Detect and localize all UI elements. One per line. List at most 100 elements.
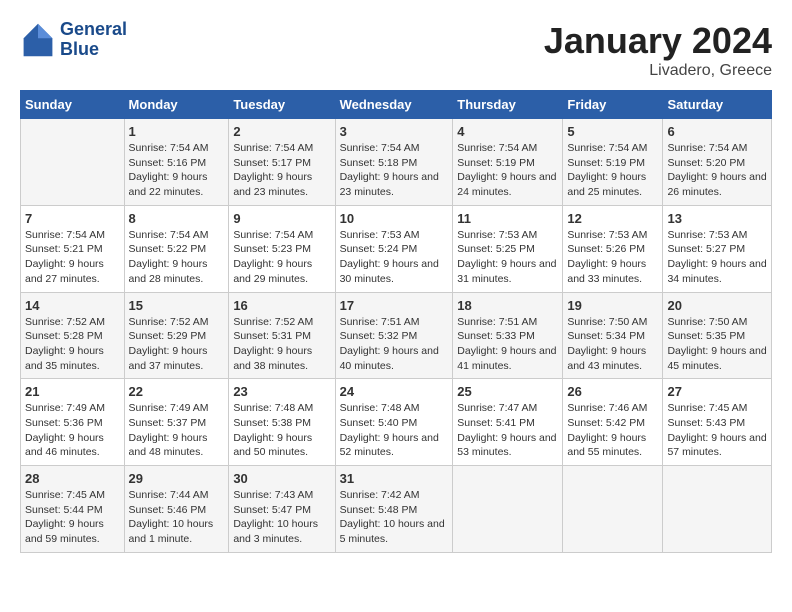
day-info: Sunrise: 7:52 AMSunset: 5:28 PMDaylight:… xyxy=(25,315,120,374)
day-info: Sunrise: 7:54 AMSunset: 5:20 PMDaylight:… xyxy=(667,141,767,200)
day-number: 16 xyxy=(233,298,330,313)
calendar-cell: 17 Sunrise: 7:51 AMSunset: 5:32 PMDayligh… xyxy=(335,292,453,379)
header-day-monday: Monday xyxy=(124,91,229,119)
day-number: 22 xyxy=(129,384,225,399)
day-info: Sunrise: 7:50 AMSunset: 5:35 PMDaylight:… xyxy=(667,315,767,374)
day-info: Sunrise: 7:44 AMSunset: 5:46 PMDaylight:… xyxy=(129,488,225,547)
calendar-cell xyxy=(21,119,125,206)
calendar-cell: 12 Sunrise: 7:53 AMSunset: 5:26 PMDayligh… xyxy=(563,205,663,292)
day-number: 21 xyxy=(25,384,120,399)
day-info: Sunrise: 7:51 AMSunset: 5:32 PMDaylight:… xyxy=(340,315,449,374)
calendar-cell: 5 Sunrise: 7:54 AMSunset: 5:19 PMDaylight… xyxy=(563,119,663,206)
day-number: 23 xyxy=(233,384,330,399)
day-info: Sunrise: 7:53 AMSunset: 5:24 PMDaylight:… xyxy=(340,228,449,287)
calendar-cell: 8 Sunrise: 7:54 AMSunset: 5:22 PMDaylight… xyxy=(124,205,229,292)
calendar-table: SundayMondayTuesdayWednesdayThursdayFrid… xyxy=(20,90,772,553)
day-info: Sunrise: 7:54 AMSunset: 5:18 PMDaylight:… xyxy=(340,141,449,200)
day-number: 28 xyxy=(25,471,120,486)
day-number: 12 xyxy=(567,211,658,226)
header-day-sunday: Sunday xyxy=(21,91,125,119)
header-day-thursday: Thursday xyxy=(453,91,563,119)
page-header: General Blue January 2024 Livadero, Gree… xyxy=(20,20,772,80)
day-info: Sunrise: 7:43 AMSunset: 5:47 PMDaylight:… xyxy=(233,488,330,547)
day-info: Sunrise: 7:54 AMSunset: 5:19 PMDaylight:… xyxy=(457,141,558,200)
day-info: Sunrise: 7:49 AMSunset: 5:37 PMDaylight:… xyxy=(129,401,225,460)
calendar-cell: 23 Sunrise: 7:48 AMSunset: 5:38 PMDayligh… xyxy=(229,379,335,466)
day-number: 5 xyxy=(567,124,658,139)
day-number: 6 xyxy=(667,124,767,139)
day-number: 13 xyxy=(667,211,767,226)
day-info: Sunrise: 7:54 AMSunset: 5:17 PMDaylight:… xyxy=(233,141,330,200)
day-number: 8 xyxy=(129,211,225,226)
day-info: Sunrise: 7:49 AMSunset: 5:36 PMDaylight:… xyxy=(25,401,120,460)
logo: General Blue xyxy=(20,20,127,60)
calendar-cell: 22 Sunrise: 7:49 AMSunset: 5:37 PMDayligh… xyxy=(124,379,229,466)
day-number: 14 xyxy=(25,298,120,313)
calendar-cell: 7 Sunrise: 7:54 AMSunset: 5:21 PMDaylight… xyxy=(21,205,125,292)
day-number: 2 xyxy=(233,124,330,139)
day-number: 11 xyxy=(457,211,558,226)
day-number: 15 xyxy=(129,298,225,313)
day-info: Sunrise: 7:48 AMSunset: 5:40 PMDaylight:… xyxy=(340,401,449,460)
calendar-cell: 16 Sunrise: 7:52 AMSunset: 5:31 PMDayligh… xyxy=(229,292,335,379)
calendar-cell: 29 Sunrise: 7:44 AMSunset: 5:46 PMDayligh… xyxy=(124,466,229,553)
calendar-cell: 27Sunrise: 7:45 AMSunset: 5:43 PMDayligh… xyxy=(663,379,772,466)
day-info: Sunrise: 7:47 AMSunset: 5:41 PMDaylight:… xyxy=(457,401,558,460)
calendar-cell: 31 Sunrise: 7:42 AMSunset: 5:48 PMDayligh… xyxy=(335,466,453,553)
header-day-friday: Friday xyxy=(563,91,663,119)
day-info: Sunrise: 7:54 AMSunset: 5:19 PMDaylight:… xyxy=(567,141,658,200)
day-number: 4 xyxy=(457,124,558,139)
calendar-cell xyxy=(663,466,772,553)
day-info: Sunrise: 7:54 AMSunset: 5:21 PMDaylight:… xyxy=(25,228,120,287)
day-info: Sunrise: 7:52 AMSunset: 5:31 PMDaylight:… xyxy=(233,315,330,374)
day-info: Sunrise: 7:52 AMSunset: 5:29 PMDaylight:… xyxy=(129,315,225,374)
calendar-cell: 6 Sunrise: 7:54 AMSunset: 5:20 PMDaylight… xyxy=(663,119,772,206)
calendar-cell: 28 Sunrise: 7:45 AMSunset: 5:44 PMDayligh… xyxy=(21,466,125,553)
day-number: 26 xyxy=(567,384,658,399)
calendar-cell: 13 Sunrise: 7:53 AMSunset: 5:27 PMDayligh… xyxy=(663,205,772,292)
calendar-cell xyxy=(563,466,663,553)
day-number: 9 xyxy=(233,211,330,226)
calendar-week-row: 21 Sunrise: 7:49 AMSunset: 5:36 PMDayligh… xyxy=(21,379,772,466)
day-info: Sunrise: 7:54 AMSunset: 5:16 PMDaylight:… xyxy=(129,141,225,200)
day-info: Sunrise: 7:53 AMSunset: 5:27 PMDaylight:… xyxy=(667,228,767,287)
day-info: Sunrise: 7:42 AMSunset: 5:48 PMDaylight:… xyxy=(340,488,449,547)
day-number: 7 xyxy=(25,211,120,226)
day-number: 27 xyxy=(667,384,767,399)
calendar-cell: 18Sunrise: 7:51 AMSunset: 5:33 PMDayligh… xyxy=(453,292,563,379)
calendar-cell: 19Sunrise: 7:50 AMSunset: 5:34 PMDayligh… xyxy=(563,292,663,379)
page-title: January 2024 xyxy=(544,20,772,62)
day-info: Sunrise: 7:46 AMSunset: 5:42 PMDaylight:… xyxy=(567,401,658,460)
page-subtitle: Livadero, Greece xyxy=(544,62,772,80)
calendar-cell: 9 Sunrise: 7:54 AMSunset: 5:23 PMDaylight… xyxy=(229,205,335,292)
calendar-cell: 26 Sunrise: 7:46 AMSunset: 5:42 PMDayligh… xyxy=(563,379,663,466)
day-info: Sunrise: 7:53 AMSunset: 5:26 PMDaylight:… xyxy=(567,228,658,287)
day-number: 25 xyxy=(457,384,558,399)
calendar-cell: 1 Sunrise: 7:54 AMSunset: 5:16 PMDaylight… xyxy=(124,119,229,206)
day-number: 17 xyxy=(340,298,449,313)
header-day-saturday: Saturday xyxy=(663,91,772,119)
day-info: Sunrise: 7:54 AMSunset: 5:22 PMDaylight:… xyxy=(129,228,225,287)
calendar-cell: 4 Sunrise: 7:54 AMSunset: 5:19 PMDaylight… xyxy=(453,119,563,206)
logo-icon xyxy=(20,22,56,58)
calendar-cell: 14 Sunrise: 7:52 AMSunset: 5:28 PMDayligh… xyxy=(21,292,125,379)
calendar-cell: 10Sunrise: 7:53 AMSunset: 5:24 PMDayligh… xyxy=(335,205,453,292)
day-info: Sunrise: 7:54 AMSunset: 5:23 PMDaylight:… xyxy=(233,228,330,287)
day-number: 1 xyxy=(129,124,225,139)
calendar-cell: 11Sunrise: 7:53 AMSunset: 5:25 PMDayligh… xyxy=(453,205,563,292)
calendar-header-row: SundayMondayTuesdayWednesdayThursdayFrid… xyxy=(21,91,772,119)
title-block: January 2024 Livadero, Greece xyxy=(544,20,772,80)
header-day-wednesday: Wednesday xyxy=(335,91,453,119)
day-info: Sunrise: 7:45 AMSunset: 5:44 PMDaylight:… xyxy=(25,488,120,547)
calendar-cell: 24Sunrise: 7:48 AMSunset: 5:40 PMDayligh… xyxy=(335,379,453,466)
calendar-cell: 2 Sunrise: 7:54 AMSunset: 5:17 PMDaylight… xyxy=(229,119,335,206)
day-number: 29 xyxy=(129,471,225,486)
calendar-week-row: 1 Sunrise: 7:54 AMSunset: 5:16 PMDaylight… xyxy=(21,119,772,206)
header-day-tuesday: Tuesday xyxy=(229,91,335,119)
day-number: 3 xyxy=(340,124,449,139)
day-number: 31 xyxy=(340,471,449,486)
day-number: 19 xyxy=(567,298,658,313)
logo-text: General Blue xyxy=(60,20,127,60)
day-info: Sunrise: 7:48 AMSunset: 5:38 PMDaylight:… xyxy=(233,401,330,460)
day-number: 30 xyxy=(233,471,330,486)
